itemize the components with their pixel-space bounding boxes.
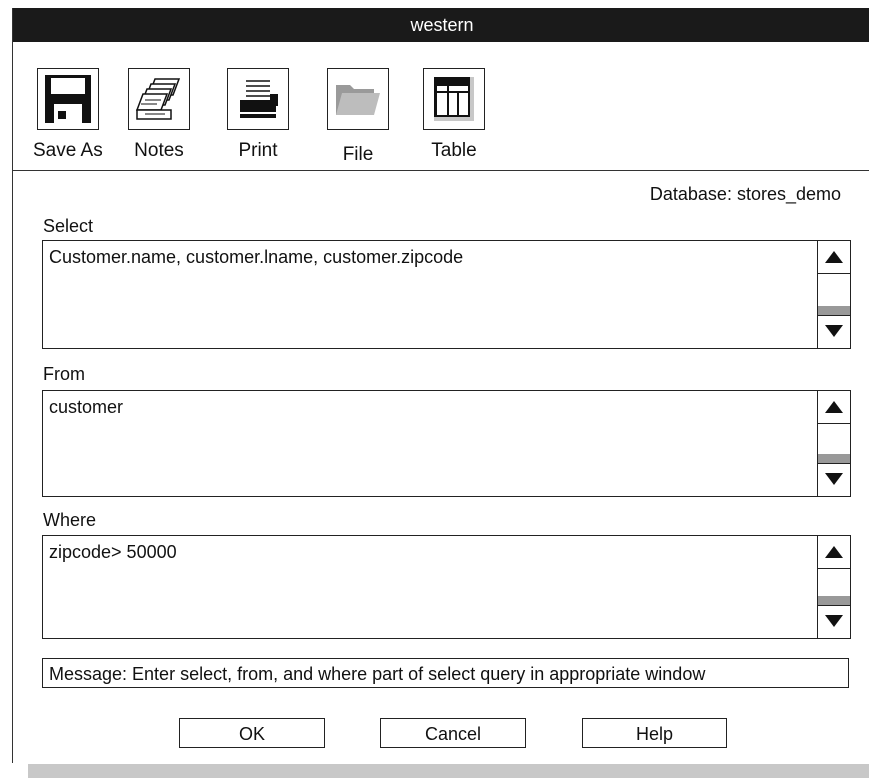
help-button[interactable]: Help: [582, 718, 727, 748]
printer-icon: [227, 68, 289, 130]
arrow-up-icon: [825, 251, 843, 263]
print-button[interactable]: Print: [227, 68, 289, 162]
scroll-down-button[interactable]: [818, 605, 850, 638]
select-text: Customer.name, customer.lname, customer.…: [49, 247, 464, 267]
from-text: customer: [49, 397, 124, 417]
window-title: western: [13, 8, 869, 42]
scroll-down-button[interactable]: [818, 463, 850, 496]
arrow-down-icon: [825, 325, 843, 337]
select-label: Select: [43, 216, 94, 236]
where-textarea[interactable]: zipcode> 50000: [42, 535, 851, 639]
database-indicator: Database: stores_demo: [649, 184, 841, 204]
scroll-up-button[interactable]: [818, 241, 850, 274]
where-scrollbar[interactable]: [817, 536, 850, 638]
notes-stack-icon: [128, 68, 190, 130]
select-textarea[interactable]: Customer.name, customer.lname, customer.…: [42, 240, 851, 349]
folder-icon: [327, 68, 389, 130]
floppy-disk-icon: [36, 68, 99, 130]
arrow-up-icon: [825, 401, 843, 413]
save-as-label: Save As: [33, 140, 103, 161]
file-button[interactable]: File: [327, 68, 389, 166]
print-label: Print: [238, 140, 278, 161]
arrow-up-icon: [825, 546, 843, 558]
toolbar: Save As Notes Print File Table: [13, 42, 869, 171]
scroll-thumb[interactable]: [818, 306, 850, 315]
notes-label: Notes: [134, 140, 184, 161]
from-textarea[interactable]: customer: [42, 390, 851, 497]
table-icon: [423, 68, 485, 130]
file-label: File: [342, 144, 374, 165]
notes-button[interactable]: Notes: [128, 68, 190, 162]
from-scrollbar[interactable]: [817, 391, 850, 496]
table-label: Table: [431, 140, 477, 161]
scroll-up-button[interactable]: [818, 536, 850, 569]
save-as-button[interactable]: Save As: [33, 68, 103, 162]
cancel-button[interactable]: Cancel: [380, 718, 526, 748]
where-text: zipcode> 50000: [49, 542, 177, 562]
query-window: western Save As Notes Print File Table D…: [12, 8, 869, 763]
window-shadow: [28, 764, 869, 778]
scroll-down-button[interactable]: [818, 315, 850, 348]
message-bar: Message: Enter select, from, and where p…: [42, 658, 849, 688]
where-label: Where: [43, 510, 97, 530]
select-scrollbar[interactable]: [817, 241, 850, 348]
ok-button[interactable]: OK: [179, 718, 325, 748]
arrow-down-icon: [825, 615, 843, 627]
arrow-down-icon: [825, 473, 843, 485]
from-label: From: [43, 364, 85, 384]
table-button[interactable]: Table: [423, 68, 485, 162]
scroll-thumb[interactable]: [818, 454, 850, 463]
scroll-thumb[interactable]: [818, 596, 850, 605]
scroll-up-button[interactable]: [818, 391, 850, 424]
